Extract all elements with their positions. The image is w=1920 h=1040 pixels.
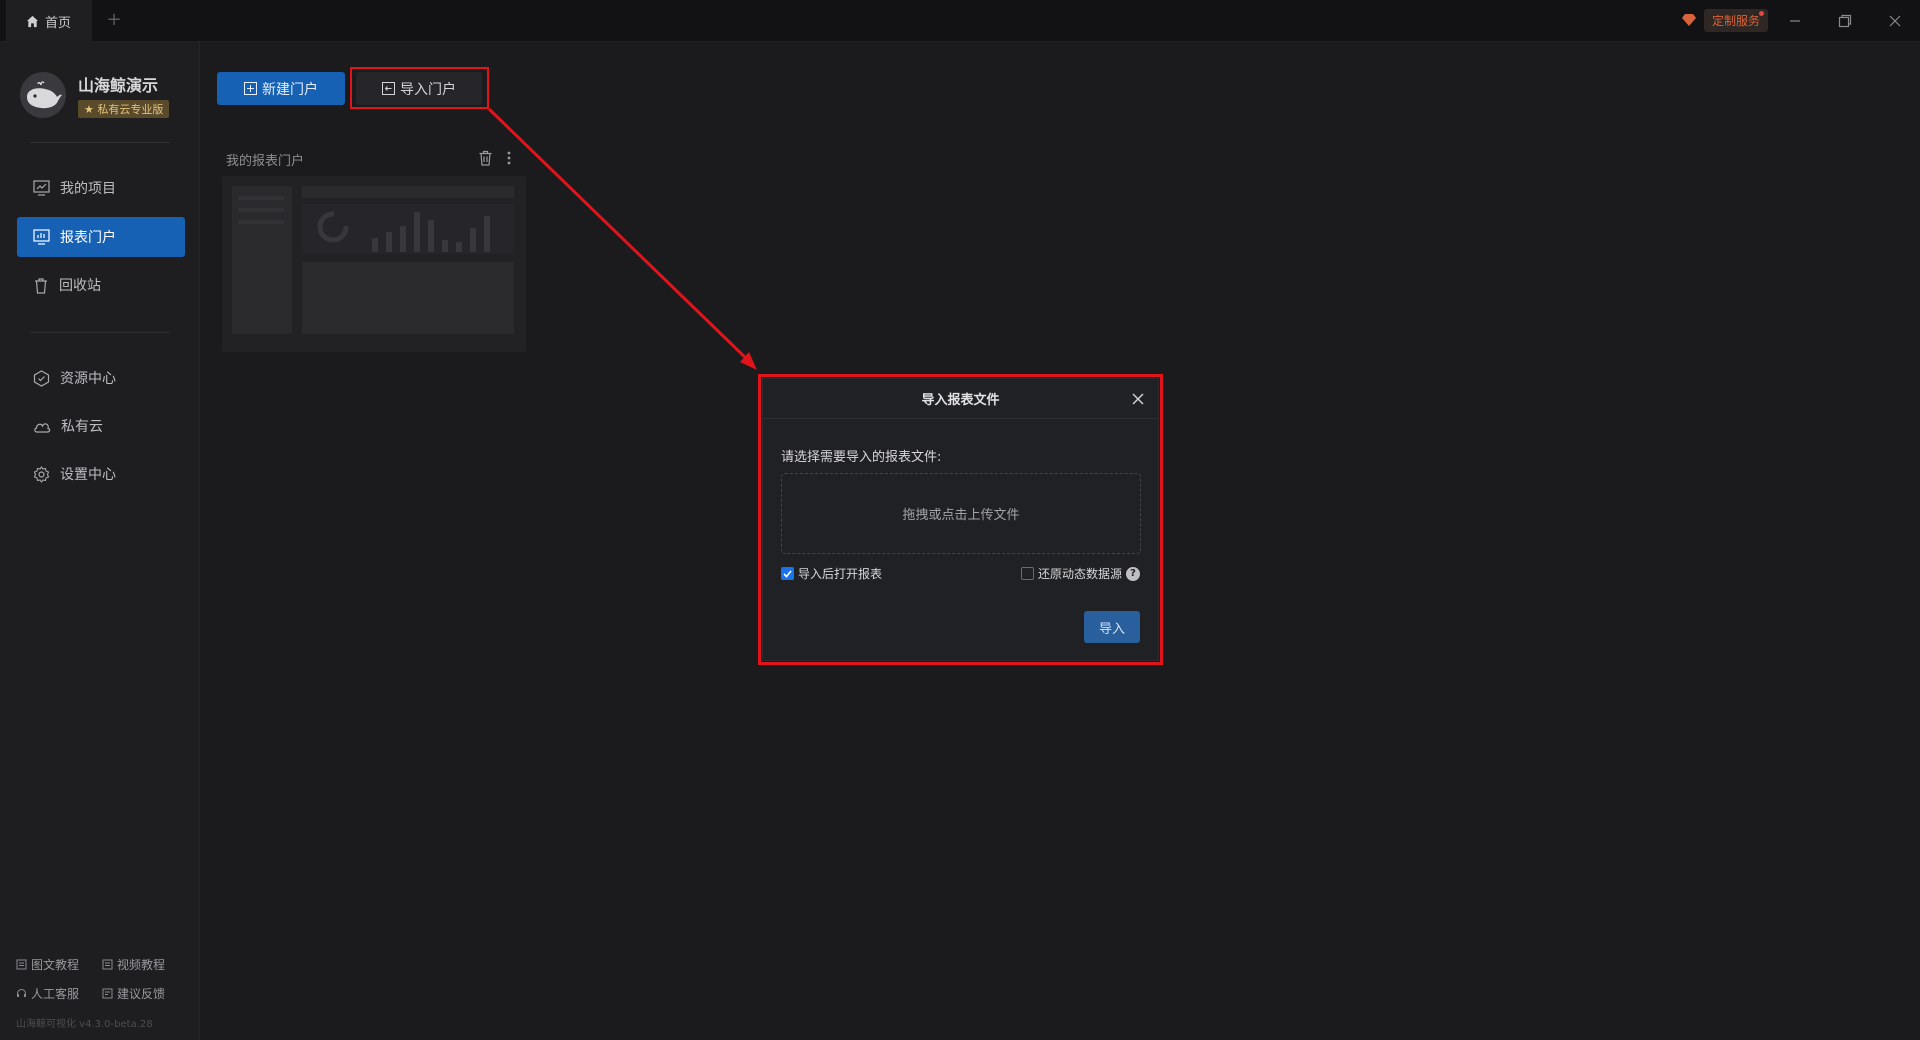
tutorial-link[interactable]: 图文教程: [16, 956, 102, 973]
profile: 山海鲸演示 ★ 私有云专业版: [20, 72, 170, 118]
sidebar-item-recycle-bin[interactable]: 回收站: [17, 265, 185, 305]
sidebar-item-label: 私有云: [61, 419, 103, 435]
sidebar-footer: 图文教程 视频教程 人工客服 建议反馈: [16, 956, 196, 1014]
video-icon: [102, 959, 113, 970]
delete-icon[interactable]: [478, 150, 493, 166]
feedback-link[interactable]: 建议反馈: [102, 985, 188, 1002]
restore-datasource-label: 还原动态数据源: [1037, 567, 1122, 581]
cloud-icon: [34, 423, 51, 433]
sidebar-divider: [30, 142, 170, 143]
restore-datasource-checkbox[interactable]: 还原动态数据源 ?: [1020, 565, 1140, 582]
sidebar-item-label: 报表门户: [60, 230, 116, 246]
title-bar: 首页 + 定制服务: [0, 0, 1920, 42]
sidebar-item-my-projects[interactable]: 我的项目: [17, 168, 185, 208]
custom-service-button[interactable]: 定制服务: [1682, 8, 1769, 32]
resource-icon: [33, 369, 50, 387]
close-window-icon[interactable]: [1886, 12, 1904, 30]
restore-icon[interactable]: [1836, 12, 1854, 30]
open-after-import-checkbox[interactable]: 导入后打开报表: [781, 565, 882, 582]
settings-icon: [33, 465, 50, 483]
project-icon: [33, 180, 50, 196]
version-label: 山海鲸可视化 v4.3.0-beta.28: [16, 1019, 153, 1030]
report-portal-icon: [33, 229, 50, 245]
sidebar-divider: [30, 332, 170, 333]
open-after-import-label: 导入后打开报表: [798, 567, 883, 581]
dialog-prompt: 请选择需要导入的报表文件:: [781, 450, 942, 465]
feedback-icon: [102, 988, 113, 999]
import-report-dialog: 导入报表文件 请选择需要导入的报表文件: 拖拽或点击上传文件 导入后打开报表 还…: [762, 378, 1159, 661]
whale-logo-icon: [27, 81, 62, 109]
headset-icon: [17, 989, 26, 997]
plus-square-icon: [244, 82, 257, 95]
file-upload-zone[interactable]: 拖拽或点击上传文件: [781, 473, 1141, 554]
import-button-highlight: [350, 67, 489, 109]
sidebar-item-label: 我的项目: [60, 181, 116, 197]
app-name: 山海鲸演示: [78, 76, 159, 95]
sidebar-item-report-portal[interactable]: 报表门户: [17, 217, 185, 257]
sidebar: 山海鲸演示 ★ 私有云专业版 我的项目 报表门户 回收站 资源中心 私有云 设置…: [0, 42, 200, 1040]
import-submit-button[interactable]: 导入: [1084, 611, 1140, 643]
sidebar-item-private-cloud[interactable]: 私有云: [17, 406, 185, 446]
home-icon: [26, 15, 39, 27]
help-icon[interactable]: ?: [1126, 566, 1140, 581]
checkbox-unchecked-icon: [1020, 567, 1034, 580]
dialog-header: 导入报表文件: [763, 379, 1158, 419]
portal-card-title: 我的报表门户: [226, 154, 305, 169]
new-portal-button[interactable]: 新建门户: [217, 72, 345, 105]
portal-thumbnail[interactable]: [222, 176, 526, 352]
close-icon[interactable]: [1130, 391, 1146, 407]
notification-dot: [1759, 10, 1765, 16]
tab-home[interactable]: 首页: [6, 0, 92, 42]
sidebar-item-settings[interactable]: 设置中心: [17, 454, 185, 494]
add-tab-button[interactable]: +: [104, 10, 124, 30]
sidebar-item-label: 回收站: [59, 278, 101, 294]
more-vertical-icon[interactable]: [506, 150, 512, 166]
diamond-icon: [1682, 14, 1696, 26]
sidebar-item-label: 资源中心: [60, 371, 116, 387]
video-tutorial-link[interactable]: 视频教程: [102, 956, 188, 973]
document-icon: [16, 959, 27, 970]
edition-badge: ★ 私有云专业版: [78, 100, 170, 118]
checkbox-checked-icon: [781, 567, 794, 580]
sidebar-item-label: 设置中心: [60, 467, 116, 483]
trash-icon: [35, 277, 47, 294]
custom-service-label: 定制服务: [1712, 13, 1761, 28]
minimize-icon[interactable]: [1786, 12, 1804, 30]
thumbnail-preview: [232, 186, 514, 334]
avatar: [20, 72, 66, 118]
upload-hint: 拖拽或点击上传文件: [902, 508, 1020, 523]
tab-home-label: 首页: [45, 15, 72, 31]
customer-support-link[interactable]: 人工客服: [16, 985, 102, 1002]
sidebar-item-resource-center[interactable]: 资源中心: [17, 358, 185, 398]
dialog-title: 导入报表文件: [921, 393, 1000, 408]
